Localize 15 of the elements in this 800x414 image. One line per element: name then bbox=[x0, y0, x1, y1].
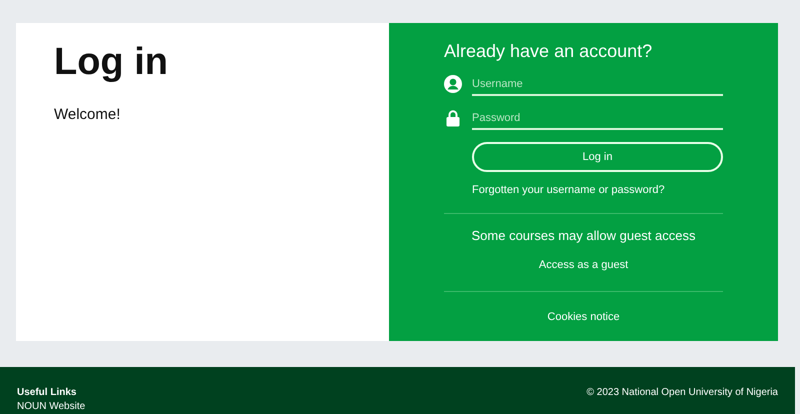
login-button[interactable]: Log in bbox=[472, 142, 723, 172]
password-field[interactable]: Password bbox=[472, 106, 723, 130]
lock-icon bbox=[446, 110, 460, 126]
user-icon bbox=[444, 75, 462, 93]
guest-access-button[interactable]: Access as a guest bbox=[538, 259, 628, 271]
page-title: Log in bbox=[54, 41, 169, 84]
forgot-password-link[interactable]: Forgotten your username or password? bbox=[472, 184, 665, 196]
cookies-notice-link[interactable]: Cookies notice bbox=[547, 311, 620, 323]
footer-link[interactable]: NOUN Website bbox=[17, 401, 86, 412]
copyright-text: © 2023 National Open University of Nigeria bbox=[586, 387, 778, 400]
form-heading: Already have an account? bbox=[444, 41, 652, 62]
welcome-text: Welcome! bbox=[54, 106, 120, 123]
guest-access-text: Some courses may allow guest access bbox=[472, 228, 696, 243]
username-field[interactable]: Username bbox=[472, 72, 723, 96]
footer-heading: Useful Links bbox=[17, 387, 78, 398]
